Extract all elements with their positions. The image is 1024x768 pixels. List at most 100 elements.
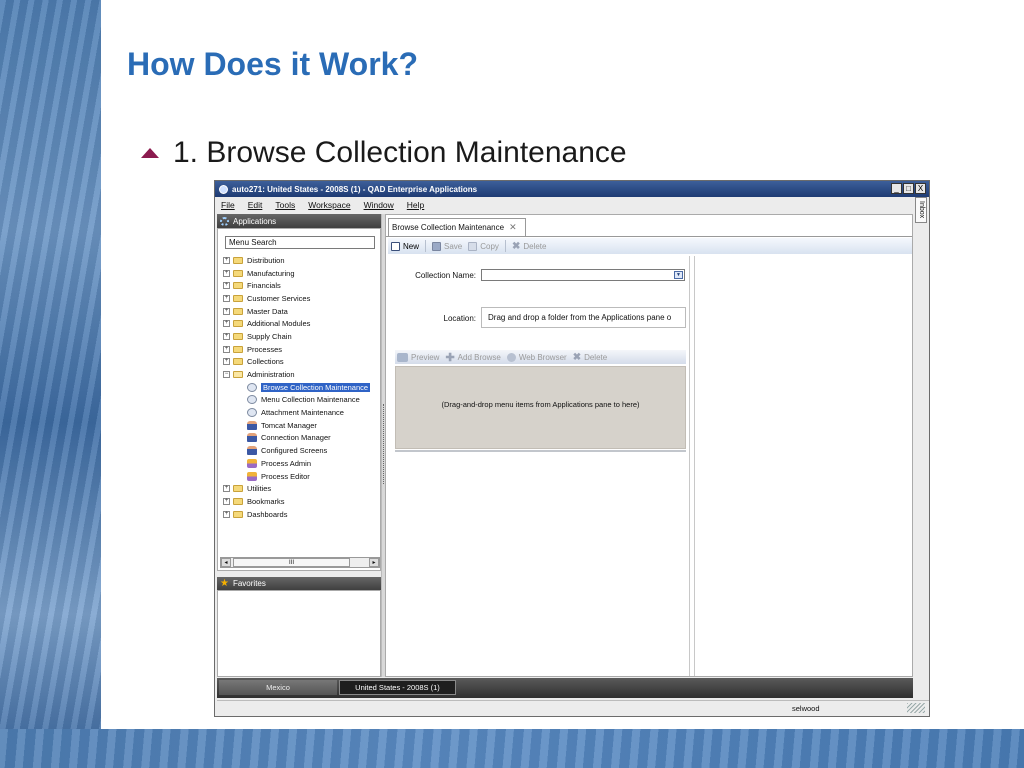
scroll-thumb[interactable]: III <box>233 558 350 567</box>
favorites-header-label: Favorites <box>232 579 266 588</box>
gear-icon <box>220 216 229 226</box>
save-button[interactable]: Save <box>432 241 462 251</box>
tree-folder-additional-modules[interactable]: + Additional Modules <box>223 317 381 330</box>
close-button[interactable]: X <box>915 183 926 194</box>
dropdown-arrow-icon[interactable]: ▼ <box>674 271 683 279</box>
expand-icon[interactable]: + <box>223 345 230 353</box>
expand-icon[interactable]: + <box>223 510 230 518</box>
open-folder-icon <box>233 371 243 379</box>
tree-folder-administration[interactable]: − Administration <box>223 368 381 381</box>
tab-browse-collection-maintenance[interactable]: Browse Collection Maintenance ✕ <box>388 218 526 236</box>
tree-item-attachment-maintenance[interactable]: Attachment Maintenance <box>223 406 381 419</box>
expand-icon[interactable]: + <box>223 485 230 493</box>
tree-item-tomcat-manager[interactable]: Tomcat Manager <box>223 419 381 432</box>
tree-label: Administration <box>247 370 295 380</box>
tree-item-configured-screens[interactable]: Configured Screens <box>223 444 381 457</box>
expand-icon[interactable]: + <box>223 332 230 340</box>
slide-title: How Does it Work? <box>127 46 418 82</box>
browse-program-icon <box>247 382 257 392</box>
tree-folder-master-data[interactable]: + Master Data <box>223 305 381 318</box>
tabstrip-divider <box>386 236 912 237</box>
browse-items-toolbar: Preview ✚ Add Browse Web Browser ✖ Delete <box>395 350 686 364</box>
tree-item-browse-collection-maintenance[interactable]: Browse Collection Maintenance <box>223 381 381 394</box>
tree-folder-supply-chain[interactable]: + Supply Chain <box>223 330 381 343</box>
menu-items-drop-zone[interactable]: (Drag-and-drop menu items from Applicati… <box>395 366 686 449</box>
tree-item-process-admin[interactable]: Process Admin <box>223 457 381 470</box>
preview-button[interactable]: Preview <box>397 352 439 362</box>
expand-icon[interactable]: + <box>223 282 230 290</box>
menu-workspace[interactable]: Workspace <box>308 200 350 210</box>
tree-item-menu-collection-maintenance[interactable]: Menu Collection Maintenance <box>223 394 381 407</box>
applications-tree-panel: + Distribution + Manufacturing + Financials… <box>217 228 381 571</box>
tree-item-process-editor[interactable]: Process Editor <box>223 470 381 483</box>
browse-program-icon <box>247 408 257 418</box>
window-titlebar[interactable]: auto271: United States - 2008S (1) - QAD… <box>215 181 929 197</box>
expand-icon[interactable]: + <box>223 269 230 277</box>
tree-folder-customer-services[interactable]: + Customer Services <box>223 292 381 305</box>
menu-tools[interactable]: Tools <box>275 200 295 210</box>
web-browser-button[interactable]: Web Browser <box>506 352 567 362</box>
tree-folder-financials[interactable]: + Financials <box>223 279 381 292</box>
expand-icon[interactable]: + <box>223 307 230 315</box>
expand-icon[interactable]: + <box>223 497 230 505</box>
star-icon: ★ <box>220 578 229 589</box>
tree-folder-processes[interactable]: + Processes <box>223 343 381 356</box>
tree-folder-dashboards[interactable]: + Dashboards <box>223 508 381 521</box>
tree-horizontal-scrollbar[interactable]: ◂ III ▸ <box>220 557 380 568</box>
sub-delete-label: Delete <box>584 352 608 362</box>
expand-icon[interactable]: + <box>223 358 230 366</box>
tree-folder-utilities[interactable]: + Utilities <box>223 482 381 495</box>
copy-button[interactable]: Copy <box>468 241 499 251</box>
maximize-button[interactable]: □ <box>903 183 914 194</box>
admin-user-icon <box>247 420 257 430</box>
location-field[interactable]: Drag and drop a folder from the Applicat… <box>481 307 686 328</box>
tree-label: Process Editor <box>261 471 310 481</box>
scroll-right-icon[interactable]: ▸ <box>369 558 379 567</box>
tree-folder-collections[interactable]: + Collections <box>223 356 381 369</box>
menu-window[interactable]: Window <box>364 200 394 210</box>
globe-icon <box>506 352 516 362</box>
resize-grip-icon[interactable] <box>907 703 925 713</box>
tree-folder-manufacturing[interactable]: + Manufacturing <box>223 267 381 280</box>
menu-help[interactable]: Help <box>407 200 424 210</box>
toolbar-separator <box>425 240 427 252</box>
tree-item-connection-manager[interactable]: Connection Manager <box>223 432 381 445</box>
collection-form: Collection Name: ▼ Location: Drag and dr… <box>388 256 690 676</box>
inbox-tab[interactable]: Inbox <box>915 197 927 223</box>
add-browse-button[interactable]: ✚ Add Browse <box>445 351 500 364</box>
minimize-button[interactable]: _ <box>891 183 902 194</box>
favorites-header[interactable]: ★ Favorites <box>217 577 381 590</box>
preview-icon <box>397 352 408 362</box>
tree-label: Financials <box>247 281 281 291</box>
applications-header[interactable]: Applications <box>217 214 381 228</box>
new-button[interactable]: New <box>391 241 419 251</box>
expand-icon[interactable]: + <box>223 294 230 302</box>
window-title: auto271: United States - 2008S (1) - QAD… <box>232 184 478 194</box>
slide-side-decoration <box>0 0 101 768</box>
splitter-grip[interactable] <box>383 404 384 484</box>
menu-edit[interactable]: Edit <box>248 200 263 210</box>
tree-folder-bookmarks[interactable]: + Bookmarks <box>223 495 381 508</box>
tree-label: Tomcat Manager <box>261 420 317 430</box>
task-united-states[interactable]: United States - 2008S (1) <box>339 680 456 695</box>
menu-search-input[interactable] <box>225 236 375 249</box>
sub-delete-button[interactable]: ✖ Delete <box>573 352 608 363</box>
status-bar: selwood <box>217 700 929 715</box>
tree-label: Distribution <box>247 255 285 265</box>
applications-tree: + Distribution + Manufacturing + Financials… <box>223 254 381 520</box>
close-tab-icon[interactable]: ✕ <box>509 222 517 233</box>
delete-button[interactable]: ✖ Delete <box>512 241 547 252</box>
task-mexico[interactable]: Mexico <box>219 680 337 695</box>
folder-icon <box>233 332 243 340</box>
expand-icon[interactable]: + <box>223 320 230 328</box>
collapse-icon[interactable]: − <box>223 371 230 379</box>
workspace-taskbar: Mexico United States - 2008S (1) <box>217 678 913 698</box>
scroll-left-icon[interactable]: ◂ <box>221 558 231 567</box>
tree-folder-distribution[interactable]: + Distribution <box>223 254 381 267</box>
folder-icon <box>233 345 243 353</box>
folder-icon <box>233 269 243 277</box>
collection-name-combobox[interactable]: ▼ <box>481 269 685 281</box>
tree-label: Attachment Maintenance <box>261 408 344 418</box>
menu-file[interactable]: File <box>221 200 235 210</box>
expand-icon[interactable]: + <box>223 256 230 264</box>
